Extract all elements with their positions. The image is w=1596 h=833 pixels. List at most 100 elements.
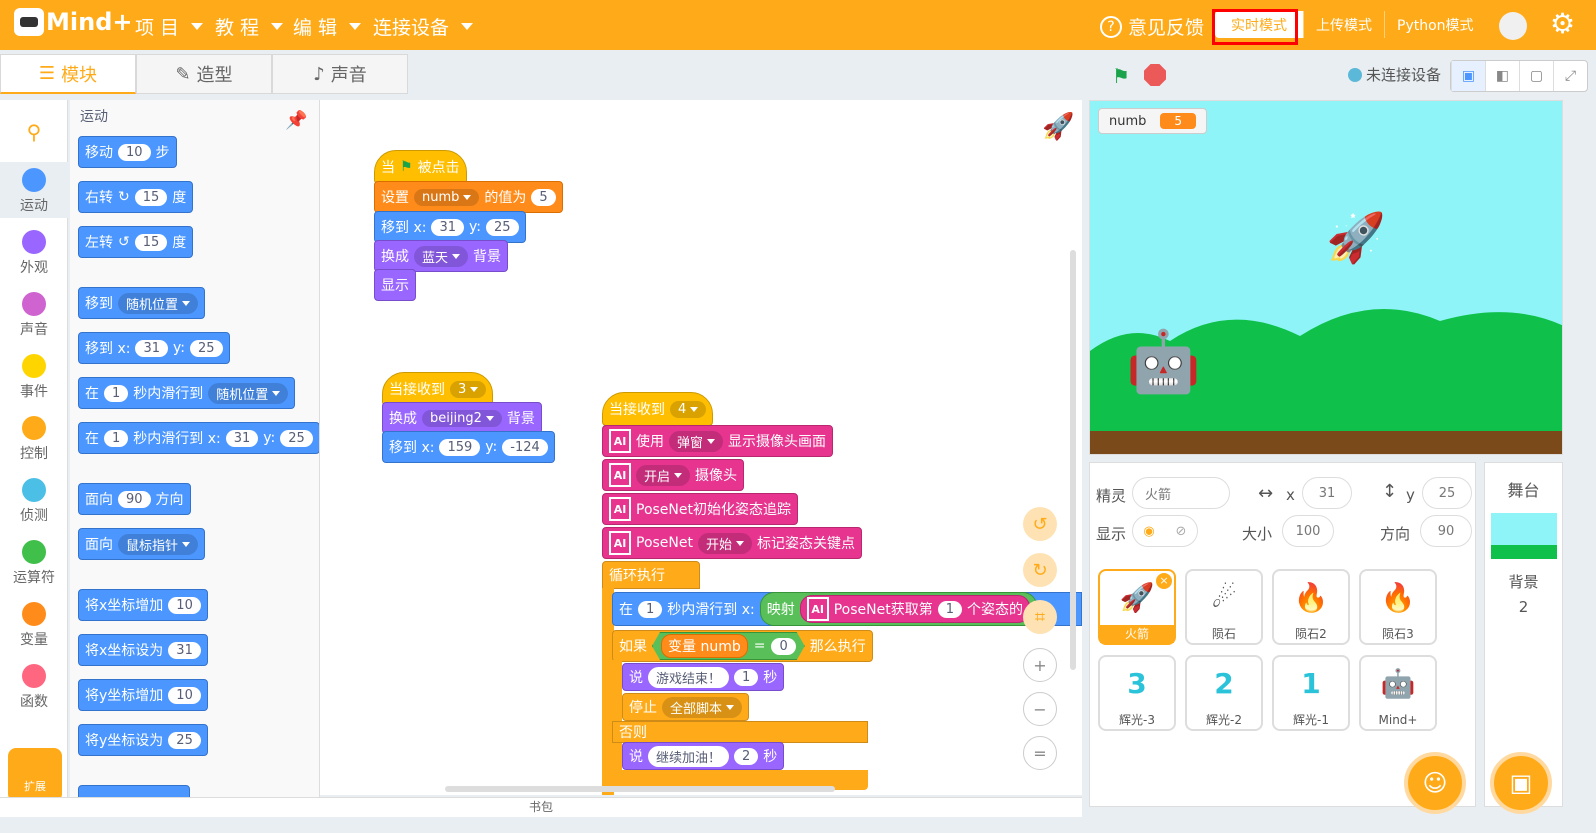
goto-xy-block[interactable]: 移到 x: 159 y: -124 (382, 431, 555, 463)
turn-left-block[interactable]: 左转 ↺ 15 度 (78, 226, 194, 258)
switch-backdrop-block[interactable]: 换成 beijing2 背景 (382, 402, 542, 434)
stage-canvas[interactable]: numb 5 🚀 🤖 (1089, 100, 1563, 455)
sprite-tile[interactable]: 1 辉光-1 (1272, 655, 1350, 731)
show-block[interactable]: 显示 (374, 269, 416, 301)
value-input[interactable]: 10 (168, 596, 201, 614)
value-input[interactable]: 31 (168, 641, 201, 659)
backdrop-dropdown[interactable]: beijing2 (422, 409, 502, 427)
sprite-tile[interactable]: 🤖 Mind+ (1359, 655, 1437, 731)
value-input[interactable]: 5 (531, 188, 556, 206)
sprite-tile[interactable]: 🔥 陨石2 (1272, 569, 1350, 645)
category-sensing[interactable]: 侦测 (0, 478, 68, 525)
fullscreen-icon[interactable]: ⤢ (1553, 61, 1587, 91)
menu-project[interactable]: 项 目 (135, 13, 204, 40)
message-dropdown[interactable]: 3 (450, 380, 487, 398)
when-receive-block[interactable]: 当接收到 4 (602, 392, 714, 426)
variable-dropdown[interactable]: numb (414, 188, 480, 206)
horizontal-scrollbar[interactable] (445, 786, 835, 792)
map-reporter[interactable]: 映射 AI PoseNet获取第 1 个姿态的 (759, 592, 1038, 626)
towards-dropdown[interactable]: 鼠标指针 (118, 533, 199, 555)
variable-reporter[interactable]: 变量 numb (661, 634, 748, 658)
set-variable-block[interactable]: 设置 numb 的值为 5 (374, 181, 563, 213)
steps-input[interactable]: 10 (118, 143, 151, 161)
equals-condition[interactable]: 变量 numb = 0 (652, 632, 805, 660)
y-input[interactable]: 25 (485, 218, 519, 236)
set-x-block[interactable]: 将x坐标设为 31 (78, 634, 208, 666)
message-input[interactable]: 继续加油！ (648, 745, 730, 767)
seconds-input[interactable]: 1 (104, 429, 129, 447)
degrees-input[interactable]: 15 (134, 233, 168, 251)
zoom-out-icon[interactable]: − (1023, 692, 1057, 726)
pose-index-input[interactable]: 1 (937, 600, 963, 618)
when-receive-block[interactable]: 当接收到 3 (382, 372, 494, 406)
x-input[interactable]: 159 (439, 438, 481, 456)
normal-stage-icon[interactable]: ◧ (1485, 61, 1519, 91)
x-field[interactable]: 31 (1302, 477, 1352, 509)
posenet-mark-block[interactable]: AI PoseNet 开始 标记姿态关键点 (602, 527, 863, 559)
value-input[interactable]: 25 (168, 731, 201, 749)
green-flag-icon[interactable]: ⚑ (1112, 64, 1134, 88)
say-for-secs-block[interactable]: 说游戏结束！ 1 秒 (622, 663, 785, 691)
app-logo[interactable]: Mind+ (14, 8, 132, 36)
python-mode-button[interactable]: Python模式 (1384, 11, 1486, 38)
seconds-input[interactable]: 1 (104, 384, 129, 402)
switch-backdrop-block[interactable]: 换成 蓝天 背景 (374, 240, 509, 272)
category-sound[interactable]: 声音 (0, 292, 68, 339)
sprite-name-field[interactable]: 火箭 (1132, 477, 1230, 509)
posenet-reporter[interactable]: AI PoseNet获取第 1 个姿态的 (799, 595, 1031, 623)
extension-button[interactable]: 扩展 (8, 748, 62, 802)
small-stage-icon[interactable]: ▣ (1451, 61, 1485, 91)
eye-icon[interactable]: ◉ (1133, 524, 1165, 539)
glide-to-xy-block[interactable]: 在 1 秒内滑行到 x: 映射 AI PoseNet获取第 1 个姿态的 (612, 592, 1082, 626)
point-towards-block[interactable]: 面向 鼠标指针 (78, 528, 206, 560)
category-operators[interactable]: 运算符 (0, 540, 68, 587)
size-field[interactable]: 100 (1282, 515, 1334, 547)
window-dropdown[interactable]: 弹窗 (669, 430, 724, 452)
zoom-reset-icon[interactable]: = (1023, 736, 1057, 770)
undo-icon[interactable]: ↺ (1023, 507, 1057, 541)
change-x-block[interactable]: 将x坐标增加 10 (78, 589, 208, 621)
tab-costumes[interactable]: ✎ 造型 (136, 54, 272, 94)
stop-dropdown[interactable]: 全部脚本 (662, 696, 743, 718)
sprite-tile[interactable]: 2 辉光-2 (1185, 655, 1263, 731)
vertical-scrollbar[interactable] (1070, 250, 1076, 670)
set-y-block[interactable]: 将y坐标设为 25 (78, 724, 208, 756)
backpack-bar[interactable]: 书包 (0, 797, 1082, 817)
tab-blocks[interactable]: ☰ 模块 (0, 54, 136, 94)
seconds-input[interactable]: 2 (734, 747, 759, 765)
goto-xy-block[interactable]: 移到 x: 31 y: 25 (374, 211, 526, 243)
user-avatar[interactable] (1499, 12, 1527, 40)
y-input[interactable]: -124 (502, 438, 548, 456)
category-motion[interactable]: 运动 (0, 162, 68, 218)
x-input[interactable]: 31 (135, 339, 168, 357)
feedback-link[interactable]: ? 意见反馈 (1100, 13, 1204, 40)
sprite-tile[interactable]: 🔥 陨石3 (1359, 569, 1437, 645)
cleanup-icon[interactable]: ⌗ (1023, 600, 1057, 634)
category-variables[interactable]: 变量 (0, 602, 68, 649)
redo-icon[interactable]: ↻ (1023, 553, 1057, 587)
compare-input[interactable]: 0 (771, 638, 795, 655)
category-looks[interactable]: 外观 (0, 230, 68, 277)
menu-edit[interactable]: 编 辑 (293, 13, 362, 40)
y-input[interactable]: 25 (189, 339, 223, 357)
eye-off-icon[interactable]: ⊘ (1165, 524, 1197, 539)
message-input[interactable]: 游戏结束！ (648, 666, 730, 688)
camera-state-dropdown[interactable]: 开启 (636, 464, 691, 486)
sprite-tile[interactable]: 🚀 × 火箭 (1098, 569, 1176, 645)
category-functions[interactable]: 函数 (0, 664, 68, 711)
turn-right-block[interactable]: 右转 ↻ 15 度 (78, 181, 194, 213)
goto-xy-block[interactable]: 移到 x: 31 y: 25 (78, 332, 230, 364)
posenet-state-dropdown[interactable]: 开始 (698, 532, 753, 554)
value-input[interactable]: 10 (168, 686, 201, 704)
script-workspace[interactable]: 🚀 当 ⚑ 被点击 设置 numb 的值为 5 移到 x: 31 y: 25 换成 蓝天 背景 显示… (320, 100, 1082, 795)
move-steps-block[interactable]: 移动 10 步 (78, 136, 177, 168)
add-sprite-button[interactable]: ☺ (1404, 752, 1466, 814)
goto-target-block[interactable]: 移到 随机位置 (78, 287, 206, 319)
tab-sounds[interactable]: ♪ 声音 (272, 54, 408, 94)
glide-to-xy-block[interactable]: 在 1 秒内滑行到 x: 31 y: 25 (78, 422, 319, 454)
delete-icon[interactable]: × (1156, 573, 1172, 589)
message-dropdown[interactable]: 4 (670, 400, 707, 418)
change-y-block[interactable]: 将y坐标增加 10 (78, 679, 208, 711)
ai-camera-toggle-block[interactable]: AI 开启 摄像头 (602, 459, 745, 491)
sprite-tile[interactable]: 3 辉光-3 (1098, 655, 1176, 731)
